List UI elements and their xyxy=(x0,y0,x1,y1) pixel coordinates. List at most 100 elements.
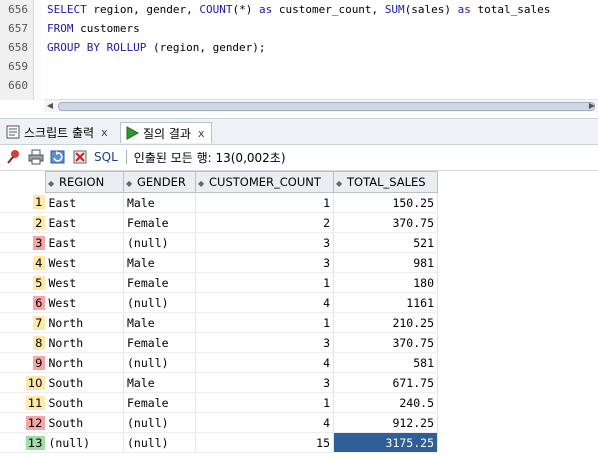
row-number[interactable]: 8 xyxy=(0,332,46,353)
cell-sales[interactable]: 370.75 xyxy=(333,332,438,353)
table-row[interactable]: 8 North Female 3 370.75 xyxy=(0,332,438,353)
cell-region[interactable]: North xyxy=(45,332,124,353)
column-header-region[interactable]: ◆ REGION xyxy=(45,171,124,193)
tab-close-icon[interactable]: x xyxy=(198,127,205,140)
cell-sales[interactable]: 521 xyxy=(333,232,438,253)
cell-sales[interactable]: 240.5 xyxy=(333,392,438,413)
scroll-left-icon[interactable]: ◀ xyxy=(44,100,56,112)
table-row[interactable]: 2 East Female 2 370.75 xyxy=(0,212,438,233)
editor-horizontal-scrollbar[interactable]: ◀ ▶ xyxy=(44,99,598,112)
editor-line[interactable]: 659 xyxy=(0,58,598,77)
table-row[interactable]: 1 East Male 1 150.25 xyxy=(0,192,438,213)
cell-gender[interactable]: (null) xyxy=(123,292,196,313)
row-number[interactable]: 12 xyxy=(0,412,46,433)
cell-sales[interactable]: 671.75 xyxy=(333,372,438,393)
cell-region[interactable]: East xyxy=(45,212,124,233)
editor-line[interactable]: 658 GROUP BY ROLLUP (region, gender); xyxy=(0,39,598,58)
sort-icon[interactable]: ◆ xyxy=(198,179,207,188)
row-number[interactable]: 7 xyxy=(0,312,46,333)
column-header-total-sales[interactable]: ◆ TOTAL_SALES xyxy=(333,171,438,193)
cell-count[interactable]: 3 xyxy=(195,372,334,393)
cell-region[interactable]: (null) xyxy=(45,432,124,453)
table-row[interactable]: 5 West Female 1 180 xyxy=(0,272,438,293)
cell-count[interactable]: 1 xyxy=(195,272,334,293)
row-number[interactable]: 9 xyxy=(0,352,46,373)
cell-count[interactable]: 4 xyxy=(195,292,334,313)
cell-count[interactable]: 4 xyxy=(195,412,334,433)
row-number[interactable]: 4 xyxy=(0,252,46,273)
editor-line[interactable]: 657 FROM customers xyxy=(0,20,598,39)
cell-count[interactable]: 2 xyxy=(195,212,334,233)
sql-editor[interactable]: 656 SELECT region, gender, COUNT(*) as cu… xyxy=(0,0,598,113)
cell-count[interactable]: 3 xyxy=(195,332,334,353)
cell-region[interactable]: North xyxy=(45,352,124,373)
table-row[interactable]: 11 South Female 1 240.5 xyxy=(0,392,438,413)
table-row[interactable]: 9 North (null) 4 581 xyxy=(0,352,438,373)
editor-line[interactable]: 656 SELECT region, gender, COUNT(*) as cu… xyxy=(0,1,598,20)
cell-sales[interactable]: 981 xyxy=(333,252,438,273)
tab-query-result[interactable]: 질의 결과 x xyxy=(120,122,212,143)
cell-gender[interactable]: (null) xyxy=(123,432,196,453)
tab-script-output[interactable]: 스크립트 출력 x xyxy=(2,122,108,142)
row-number[interactable]: 1 xyxy=(0,192,46,213)
cell-count[interactable]: 4 xyxy=(195,352,334,373)
cell-gender[interactable]: Male xyxy=(123,372,196,393)
sort-icon[interactable]: ◆ xyxy=(48,179,57,188)
cell-count[interactable]: 1 xyxy=(195,312,334,333)
cell-region[interactable]: West xyxy=(45,272,124,293)
cell-count[interactable]: 3 xyxy=(195,232,334,253)
cell-sales[interactable]: 150.25 xyxy=(333,192,438,213)
sort-icon[interactable]: ◆ xyxy=(126,179,135,188)
query-result-grid[interactable]: ◆ REGION ◆ GENDER ◆ CUSTOMER_COUNT ◆ TOTAL_S… xyxy=(0,170,598,461)
table-row[interactable]: 13 (null) (null) 15 3175.25 xyxy=(0,432,438,453)
scrollbar-thumb[interactable] xyxy=(58,102,595,111)
cell-sales[interactable]: 210.25 xyxy=(333,312,438,333)
row-number[interactable]: 13 xyxy=(0,432,46,453)
clear-icon[interactable] xyxy=(72,149,88,165)
scroll-right-icon[interactable]: ▶ xyxy=(586,100,598,112)
cell-gender[interactable]: Female xyxy=(123,392,196,413)
print-icon[interactable] xyxy=(28,149,44,165)
cell-gender[interactable]: (null) xyxy=(123,352,196,373)
cell-region[interactable]: South xyxy=(45,412,124,433)
cell-sales[interactable]: 1161 xyxy=(333,292,438,313)
cell-sales[interactable]: 3175.25 xyxy=(333,432,438,453)
row-number[interactable]: 11 xyxy=(0,392,46,413)
cell-gender[interactable]: Male xyxy=(123,192,196,213)
cell-gender[interactable]: Female xyxy=(123,212,196,233)
cell-sales[interactable]: 581 xyxy=(333,352,438,373)
pin-icon[interactable] xyxy=(6,149,22,165)
tab-close-icon[interactable]: x xyxy=(101,126,108,139)
row-number[interactable]: 5 xyxy=(0,272,46,293)
column-header-gender[interactable]: ◆ GENDER xyxy=(123,171,196,193)
table-row[interactable]: 12 South (null) 4 912.25 xyxy=(0,412,438,433)
refresh-icon[interactable] xyxy=(50,149,66,165)
cell-region[interactable]: East xyxy=(45,192,124,213)
column-header-customer-count[interactable]: ◆ CUSTOMER_COUNT xyxy=(195,171,334,193)
row-number[interactable]: 6 xyxy=(0,292,46,313)
cell-sales[interactable]: 912.25 xyxy=(333,412,438,433)
cell-gender[interactable]: Male xyxy=(123,312,196,333)
cell-sales[interactable]: 370.75 xyxy=(333,212,438,233)
table-row[interactable]: 4 West Male 3 981 xyxy=(0,252,438,273)
sort-icon[interactable]: ◆ xyxy=(336,179,345,188)
cell-region[interactable]: West xyxy=(45,292,124,313)
row-number[interactable]: 10 xyxy=(0,372,46,393)
cell-gender[interactable]: Female xyxy=(123,272,196,293)
code-text[interactable]: GROUP BY ROLLUP (region, gender); xyxy=(47,41,266,54)
cell-count[interactable]: 15 xyxy=(195,432,334,453)
cell-gender[interactable]: (null) xyxy=(123,232,196,253)
cell-region[interactable]: South xyxy=(45,372,124,393)
cell-count[interactable]: 3 xyxy=(195,252,334,273)
cell-gender[interactable]: Female xyxy=(123,332,196,353)
code-text[interactable]: SELECT region, gender, COUNT(*) as custo… xyxy=(47,3,550,16)
cell-region[interactable]: West xyxy=(45,252,124,273)
cell-count[interactable]: 1 xyxy=(195,392,334,413)
cell-count[interactable]: 1 xyxy=(195,192,334,213)
cell-region[interactable]: South xyxy=(45,392,124,413)
table-row[interactable]: 6 West (null) 4 1161 xyxy=(0,292,438,313)
sql-button[interactable]: SQL xyxy=(94,150,118,164)
code-text[interactable]: FROM customers xyxy=(47,22,140,35)
table-row[interactable]: 3 East (null) 3 521 xyxy=(0,232,438,253)
table-row[interactable]: 10 South Male 3 671.75 xyxy=(0,372,438,393)
